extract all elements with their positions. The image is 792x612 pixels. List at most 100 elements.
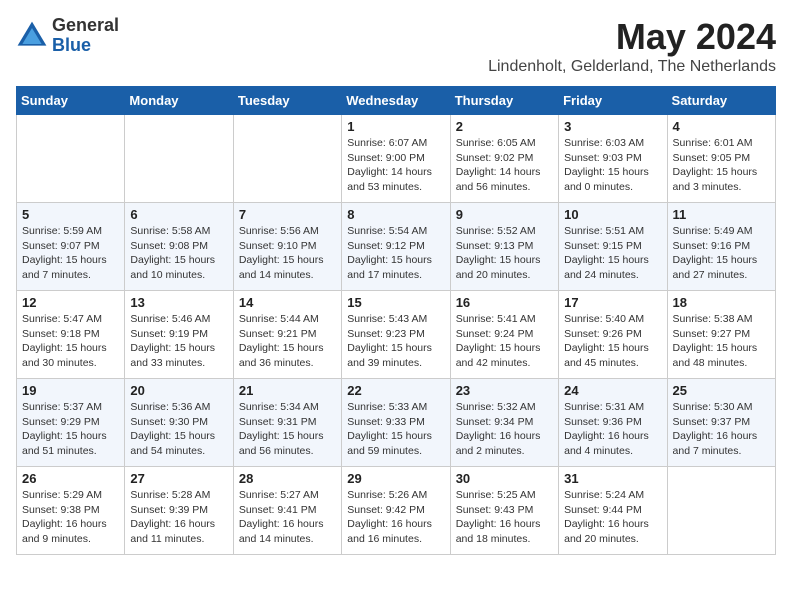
calendar-cell (17, 115, 125, 203)
week-row-5: 26 Sunrise: 5:29 AM Sunset: 9:38 PM Dayli… (17, 467, 776, 555)
calendar-cell: 23Sunrise: 5:32 AM Sunset: 9:34 PM Dayli… (450, 379, 558, 467)
day-number: 30 (456, 471, 553, 486)
day-number: 29 (347, 471, 444, 486)
day-number: 6 (130, 207, 227, 222)
calendar-cell: 26 Sunrise: 5:29 AM Sunset: 9:38 PM Dayli… (17, 467, 125, 555)
calendar-cell: 5 Sunrise: 5:59 AM Sunset: 9:07 PM Daylig… (17, 203, 125, 291)
day-info: Sunrise: 5:47 AM Sunset: 9:18 PM Dayligh… (22, 312, 119, 371)
day-info: Sunrise: 6:03 AM Sunset: 9:03 PM Dayligh… (564, 136, 661, 195)
day-info: Sunrise: 5:24 AM Sunset: 9:44 PM Dayligh… (564, 488, 661, 547)
calendar-cell: 22 Sunrise: 5:33 AM Sunset: 9:33 PM Dayli… (342, 379, 450, 467)
day-number: 27 (130, 471, 227, 486)
day-info: Sunrise: 6:01 AM Sunset: 9:05 PM Dayligh… (673, 136, 770, 195)
day-info: Sunrise: 5:34 AM Sunset: 9:31 PM Dayligh… (239, 400, 336, 459)
day-info: Sunrise: 5:49 AM Sunset: 9:16 PM Dayligh… (673, 224, 770, 283)
day-number: 9 (456, 207, 553, 222)
day-info: Sunrise: 5:51 AM Sunset: 9:15 PM Dayligh… (564, 224, 661, 283)
logo: General Blue (16, 16, 119, 56)
day-info: Sunrise: 5:59 AM Sunset: 9:07 PM Dayligh… (22, 224, 119, 283)
day-number: 16 (456, 295, 553, 310)
calendar-cell (125, 115, 233, 203)
day-info: Sunrise: 5:30 AM Sunset: 9:37 PM Dayligh… (673, 400, 770, 459)
calendar-cell: 4 Sunrise: 6:01 AM Sunset: 9:05 PM Daylig… (667, 115, 775, 203)
day-info: Sunrise: 5:38 AM Sunset: 9:27 PM Dayligh… (673, 312, 770, 371)
day-number: 25 (673, 383, 770, 398)
calendar-cell: 30 Sunrise: 5:25 AM Sunset: 9:43 PM Dayli… (450, 467, 558, 555)
calendar-cell: 11Sunrise: 5:49 AM Sunset: 9:16 PM Dayli… (667, 203, 775, 291)
calendar-cell: 6 Sunrise: 5:58 AM Sunset: 9:08 PM Daylig… (125, 203, 233, 291)
day-info: Sunrise: 6:05 AM Sunset: 9:02 PM Dayligh… (456, 136, 553, 195)
week-row-4: 19Sunrise: 5:37 AM Sunset: 9:29 PM Dayli… (17, 379, 776, 467)
logo-blue: Blue (52, 36, 119, 56)
day-number: 19 (22, 383, 119, 398)
calendar-cell: 1 Sunrise: 6:07 AM Sunset: 9:00 PM Daylig… (342, 115, 450, 203)
weekday-header-wednesday: Wednesday (342, 87, 450, 115)
logo-text: General Blue (52, 16, 119, 56)
day-number: 2 (456, 119, 553, 134)
day-info: Sunrise: 5:25 AM Sunset: 9:43 PM Dayligh… (456, 488, 553, 547)
calendar-cell: 7Sunrise: 5:56 AM Sunset: 9:10 PM Daylig… (233, 203, 341, 291)
calendar-cell: 29 Sunrise: 5:26 AM Sunset: 9:42 PM Dayli… (342, 467, 450, 555)
logo-general: General (52, 16, 119, 36)
day-number: 28 (239, 471, 336, 486)
day-info: Sunrise: 5:29 AM Sunset: 9:38 PM Dayligh… (22, 488, 119, 547)
logo-icon (16, 20, 48, 52)
calendar-cell: 31Sunrise: 5:24 AM Sunset: 9:44 PM Dayli… (559, 467, 667, 555)
month-title: May 2024 (488, 16, 776, 58)
day-info: Sunrise: 5:28 AM Sunset: 9:39 PM Dayligh… (130, 488, 227, 547)
day-number: 3 (564, 119, 661, 134)
day-number: 18 (673, 295, 770, 310)
calendar-cell: 24Sunrise: 5:31 AM Sunset: 9:36 PM Dayli… (559, 379, 667, 467)
day-number: 22 (347, 383, 444, 398)
day-info: Sunrise: 5:52 AM Sunset: 9:13 PM Dayligh… (456, 224, 553, 283)
weekday-header-sunday: Sunday (17, 87, 125, 115)
calendar-cell (667, 467, 775, 555)
week-row-3: 12 Sunrise: 5:47 AM Sunset: 9:18 PM Dayli… (17, 291, 776, 379)
day-info: Sunrise: 5:41 AM Sunset: 9:24 PM Dayligh… (456, 312, 553, 371)
week-row-2: 5 Sunrise: 5:59 AM Sunset: 9:07 PM Daylig… (17, 203, 776, 291)
location-title: Lindenholt, Gelderland, The Netherlands (488, 58, 776, 76)
calendar-cell: 9 Sunrise: 5:52 AM Sunset: 9:13 PM Daylig… (450, 203, 558, 291)
header: General Blue May 2024 Lindenholt, Gelder… (16, 16, 776, 76)
day-info: Sunrise: 5:40 AM Sunset: 9:26 PM Dayligh… (564, 312, 661, 371)
day-info: Sunrise: 5:58 AM Sunset: 9:08 PM Dayligh… (130, 224, 227, 283)
calendar-cell: 12 Sunrise: 5:47 AM Sunset: 9:18 PM Dayli… (17, 291, 125, 379)
calendar-cell (233, 115, 341, 203)
weekday-header-thursday: Thursday (450, 87, 558, 115)
day-number: 14 (239, 295, 336, 310)
day-number: 7 (239, 207, 336, 222)
day-number: 5 (22, 207, 119, 222)
day-info: Sunrise: 5:36 AM Sunset: 9:30 PM Dayligh… (130, 400, 227, 459)
calendar-cell: 8Sunrise: 5:54 AM Sunset: 9:12 PM Daylig… (342, 203, 450, 291)
day-number: 20 (130, 383, 227, 398)
day-number: 1 (347, 119, 444, 134)
day-number: 26 (22, 471, 119, 486)
weekday-header-row: SundayMondayTuesdayWednesdayThursdayFrid… (17, 87, 776, 115)
calendar-cell: 19Sunrise: 5:37 AM Sunset: 9:29 PM Dayli… (17, 379, 125, 467)
calendar-cell: 27 Sunrise: 5:28 AM Sunset: 9:39 PM Dayli… (125, 467, 233, 555)
day-info: Sunrise: 5:43 AM Sunset: 9:23 PM Dayligh… (347, 312, 444, 371)
calendar-cell: 16 Sunrise: 5:41 AM Sunset: 9:24 PM Dayli… (450, 291, 558, 379)
day-info: Sunrise: 6:07 AM Sunset: 9:00 PM Dayligh… (347, 136, 444, 195)
day-info: Sunrise: 5:33 AM Sunset: 9:33 PM Dayligh… (347, 400, 444, 459)
day-number: 12 (22, 295, 119, 310)
calendar-table: SundayMondayTuesdayWednesdayThursdayFrid… (16, 86, 776, 555)
weekday-header-monday: Monday (125, 87, 233, 115)
day-info: Sunrise: 5:44 AM Sunset: 9:21 PM Dayligh… (239, 312, 336, 371)
calendar-cell: 25 Sunrise: 5:30 AM Sunset: 9:37 PM Dayli… (667, 379, 775, 467)
calendar-cell: 21Sunrise: 5:34 AM Sunset: 9:31 PM Dayli… (233, 379, 341, 467)
day-number: 15 (347, 295, 444, 310)
calendar-cell: 13Sunrise: 5:46 AM Sunset: 9:19 PM Dayli… (125, 291, 233, 379)
day-number: 17 (564, 295, 661, 310)
calendar-cell: 15 Sunrise: 5:43 AM Sunset: 9:23 PM Dayli… (342, 291, 450, 379)
day-info: Sunrise: 5:31 AM Sunset: 9:36 PM Dayligh… (564, 400, 661, 459)
day-info: Sunrise: 5:26 AM Sunset: 9:42 PM Dayligh… (347, 488, 444, 547)
calendar-cell: 28Sunrise: 5:27 AM Sunset: 9:41 PM Dayli… (233, 467, 341, 555)
calendar-cell: 17 Sunrise: 5:40 AM Sunset: 9:26 PM Dayli… (559, 291, 667, 379)
day-number: 4 (673, 119, 770, 134)
day-info: Sunrise: 5:54 AM Sunset: 9:12 PM Dayligh… (347, 224, 444, 283)
week-row-1: 1 Sunrise: 6:07 AM Sunset: 9:00 PM Daylig… (17, 115, 776, 203)
weekday-header-friday: Friday (559, 87, 667, 115)
day-info: Sunrise: 5:46 AM Sunset: 9:19 PM Dayligh… (130, 312, 227, 371)
day-info: Sunrise: 5:32 AM Sunset: 9:34 PM Dayligh… (456, 400, 553, 459)
